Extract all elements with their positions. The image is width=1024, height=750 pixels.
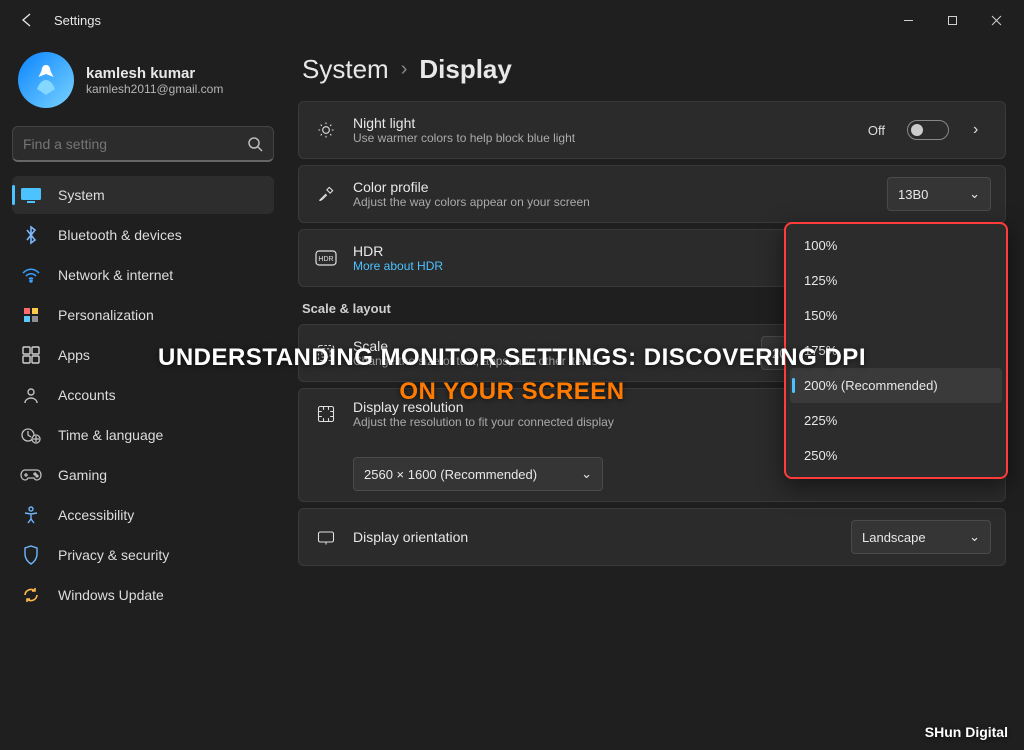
- svg-text:HDR: HDR: [318, 256, 333, 263]
- main-panel: System › Display Night light Use warmer …: [286, 40, 1024, 750]
- eyedropper-icon: [313, 184, 339, 204]
- night-light-card[interactable]: Night light Use warmer colors to help bl…: [298, 101, 1006, 159]
- search-box[interactable]: [12, 126, 274, 162]
- close-button[interactable]: [974, 4, 1018, 36]
- hdr-icon: HDR: [313, 250, 339, 266]
- orientation-card[interactable]: Display orientation Landscape ⌄: [298, 508, 1006, 566]
- orientation-select[interactable]: Landscape ⌄: [851, 520, 991, 554]
- watermark: SHun Digital: [925, 724, 1008, 740]
- nav-label: Accounts: [58, 387, 116, 403]
- scale-title: Scale: [353, 338, 747, 354]
- sidebar-item-apps[interactable]: Apps: [12, 336, 274, 374]
- accessibility-icon: [18, 505, 44, 525]
- apps-icon: [18, 345, 44, 365]
- monitor-icon: [18, 185, 44, 205]
- resolution-icon: [313, 404, 339, 424]
- night-light-sub: Use warmer colors to help block blue lig…: [353, 131, 854, 145]
- color-profile-select[interactable]: 13B0 ⌄: [887, 177, 991, 211]
- color-profile-sub: Adjust the way colors appear on your scr…: [353, 195, 873, 209]
- scale-option[interactable]: 225%: [790, 403, 1002, 438]
- scale-option[interactable]: 125%: [790, 263, 1002, 298]
- profile-name: kamlesh kumar: [86, 65, 223, 82]
- nav-list: System Bluetooth & devices Network & inter…: [12, 176, 274, 614]
- scale-option[interactable]: 200% (Recommended): [790, 368, 1002, 403]
- chevron-down-icon: ⌄: [969, 529, 980, 545]
- sidebar-item-personalization[interactable]: Personalization: [12, 296, 274, 334]
- scale-option[interactable]: 175%: [790, 333, 1002, 368]
- minimize-button[interactable]: [886, 4, 930, 36]
- breadcrumb: System › Display: [298, 40, 1006, 101]
- window-title: Settings: [54, 13, 101, 28]
- clock-globe-icon: [18, 425, 44, 445]
- bluetooth-icon: [18, 225, 44, 245]
- sidebar-item-network-internet[interactable]: Network & internet: [12, 256, 274, 294]
- gamepad-icon: [18, 465, 44, 485]
- nav-label: Accessibility: [58, 507, 134, 523]
- nav-label: System: [58, 187, 105, 203]
- sidebar-item-accounts[interactable]: Accounts: [12, 376, 274, 414]
- breadcrumb-leaf: Display: [419, 54, 512, 85]
- color-profile-card[interactable]: Color profile Adjust the way colors appe…: [298, 165, 1006, 223]
- nav-label: Personalization: [58, 307, 154, 323]
- scale-sub: Change the size of text, apps, and other…: [353, 354, 747, 368]
- nav-label: Windows Update: [58, 587, 164, 603]
- search-input[interactable]: [23, 136, 247, 152]
- sidebar-item-system[interactable]: System: [12, 176, 274, 214]
- titlebar: Settings: [0, 0, 1024, 40]
- scale-icon: [313, 343, 339, 363]
- color-profile-title: Color profile: [353, 179, 873, 195]
- night-light-title: Night light: [353, 115, 854, 131]
- breadcrumb-root[interactable]: System: [302, 54, 389, 85]
- sidebar-item-windows-update[interactable]: Windows Update: [12, 576, 274, 614]
- sidebar-item-gaming[interactable]: Gaming: [12, 456, 274, 494]
- avatar: [18, 52, 74, 108]
- resolution-select[interactable]: 2560 × 1600 (Recommended) ⌄: [353, 457, 603, 491]
- update-icon: [18, 585, 44, 605]
- scale-dropdown[interactable]: 100%125%150%175%200% (Recommended)225%25…: [784, 222, 1008, 479]
- search-icon: [247, 136, 263, 152]
- nav-label: Privacy & security: [58, 547, 169, 563]
- sidebar-item-time-language[interactable]: Time & language: [12, 416, 274, 454]
- sidebar-item-bluetooth-devices[interactable]: Bluetooth & devices: [12, 216, 274, 254]
- sidebar-item-privacy-security[interactable]: Privacy & security: [12, 536, 274, 574]
- nav-label: Network & internet: [58, 267, 173, 283]
- night-light-icon: [313, 120, 339, 140]
- chevron-down-icon: ⌄: [581, 466, 592, 482]
- night-light-state: Off: [868, 123, 885, 138]
- scale-option[interactable]: 150%: [790, 298, 1002, 333]
- orientation-title: Display orientation: [353, 529, 837, 545]
- scale-option[interactable]: 250%: [790, 438, 1002, 473]
- sidebar-item-accessibility[interactable]: Accessibility: [12, 496, 274, 534]
- nav-label: Apps: [58, 347, 90, 363]
- sidebar: kamlesh kumar kamlesh2011@gmail.com Syst…: [0, 40, 286, 750]
- chevron-down-icon: ⌄: [969, 186, 980, 202]
- back-button[interactable]: [12, 6, 40, 34]
- nav-label: Bluetooth & devices: [58, 227, 182, 243]
- person-icon: [18, 385, 44, 405]
- nav-label: Time & language: [58, 427, 163, 443]
- chevron-right-icon: ›: [401, 58, 408, 81]
- profile-block[interactable]: kamlesh kumar kamlesh2011@gmail.com: [12, 40, 274, 120]
- paint-icon: [18, 305, 44, 325]
- chevron-right-icon[interactable]: ›: [973, 121, 991, 139]
- night-light-toggle[interactable]: [907, 120, 949, 140]
- orientation-icon: [313, 527, 339, 547]
- nav-label: Gaming: [58, 467, 107, 483]
- scale-option[interactable]: 100%: [790, 228, 1002, 263]
- shield-icon: [18, 545, 44, 565]
- profile-email: kamlesh2011@gmail.com: [86, 82, 223, 96]
- maximize-button[interactable]: [930, 4, 974, 36]
- wifi-icon: [18, 265, 44, 285]
